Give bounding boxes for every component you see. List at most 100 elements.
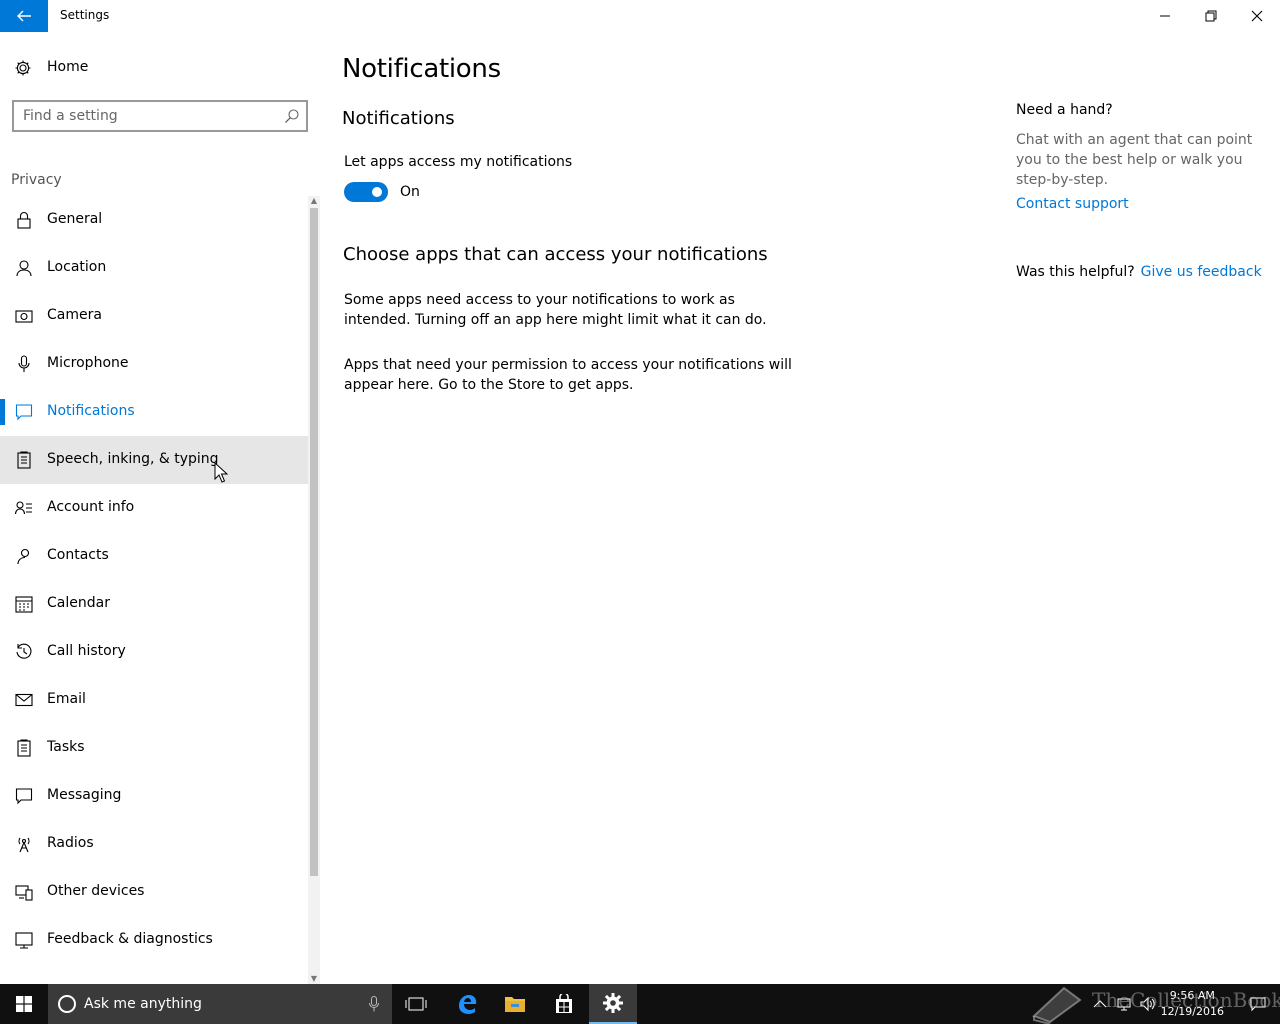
back-button[interactable]	[0, 0, 48, 32]
window-title: Settings	[60, 8, 110, 22]
notifications-access-toggle[interactable]	[344, 182, 388, 202]
search-icon[interactable]	[284, 108, 300, 124]
edge-icon	[459, 995, 477, 1014]
sidebar-item-label: Location	[47, 259, 107, 275]
book-logo-icon	[1032, 986, 1082, 1024]
sidebar-item-tasks[interactable]: Tasks	[0, 724, 308, 772]
feedback-icon	[15, 932, 33, 949]
info-paragraph-2: Apps that need your permission to access…	[344, 357, 792, 393]
home-label: Home	[47, 59, 89, 75]
restore-icon	[1205, 10, 1217, 22]
lock-icon	[17, 211, 31, 229]
folder-icon	[505, 997, 525, 1012]
sidebar-item-microphone[interactable]: Microphone	[0, 340, 308, 388]
camera-icon	[15, 310, 33, 323]
notification-icon	[15, 404, 33, 421]
sidebar-item-email[interactable]: Email	[0, 676, 308, 724]
sidebar-item-label: Call history	[47, 643, 126, 659]
close-button[interactable]	[1234, 0, 1280, 32]
sidebar-item-label: Contacts	[47, 547, 109, 563]
page-title: Notifications	[342, 54, 501, 84]
privacy-nav: General Location Camera Microphone Notif…	[0, 196, 308, 964]
sidebar-item-general[interactable]: General	[0, 196, 308, 244]
minimize-button[interactable]	[1142, 0, 1188, 32]
watermark-text: TheCollectionBook	[1092, 988, 1280, 1012]
sidebar-item-contacts[interactable]: Contacts	[0, 532, 308, 580]
choose-apps-heading: Choose apps that can access your notific…	[343, 244, 768, 265]
scroll-down-arrow-icon[interactable]: ▼	[309, 974, 319, 984]
sidebar-scrollbar[interactable]: ▲ ▼	[308, 196, 320, 984]
sidebar-item-label: Email	[47, 691, 86, 707]
helpful-row: Was this helpful? Give us feedback	[1016, 264, 1262, 280]
windows-logo-icon	[16, 996, 32, 1012]
file-explorer-button[interactable]	[491, 984, 539, 1024]
close-icon	[1251, 10, 1263, 22]
scroll-thumb[interactable]	[310, 208, 318, 876]
sidebar-item-location[interactable]: Location	[0, 244, 308, 292]
gear-icon	[15, 60, 31, 76]
devices-icon	[15, 885, 33, 901]
sidebar-item-label: Calendar	[47, 595, 110, 611]
sidebar-item-label: Feedback & diagnostics	[47, 931, 213, 947]
speech-icon	[17, 451, 31, 469]
settings-taskbar-button[interactable]	[589, 984, 637, 1024]
watermark: TheCollectionBook	[1030, 984, 1280, 1024]
sidebar-item-label: Microphone	[47, 355, 129, 371]
back-arrow-icon	[17, 10, 31, 22]
sidebar-item-notifications[interactable]: Notifications	[0, 388, 308, 436]
tasks-icon	[17, 739, 31, 757]
toggle-label: Let apps access my notifications	[344, 154, 573, 170]
give-feedback-link[interactable]: Give us feedback	[1141, 264, 1262, 280]
sidebar-item-label: Tasks	[47, 739, 85, 755]
store-button[interactable]	[540, 984, 588, 1024]
sidebar-item-calendar[interactable]: Calendar	[0, 580, 308, 628]
sidebar-item-radios[interactable]: Radios	[0, 820, 308, 868]
sidebar-item-label: Radios	[47, 835, 94, 851]
microphone-icon	[18, 355, 30, 372]
radio-icon	[18, 837, 30, 853]
history-icon	[16, 643, 32, 659]
sidebar-item-call-history[interactable]: Call history	[0, 628, 308, 676]
sidebar-item-label: Speech, inking, & typing	[47, 451, 219, 467]
start-button[interactable]	[0, 984, 48, 1024]
email-icon	[15, 693, 33, 707]
sidebar-item-label: Other devices	[47, 883, 145, 899]
search-input[interactable]	[23, 107, 273, 125]
sidebar: Home Privacy General Location	[0, 32, 320, 984]
toggle-state-label: On	[400, 184, 420, 200]
toggle-knob	[372, 187, 382, 197]
search-box[interactable]	[12, 100, 308, 132]
helpful-question: Was this helpful?	[1016, 264, 1135, 280]
sidebar-item-label: Notifications	[47, 403, 135, 419]
store-icon	[556, 994, 572, 1013]
help-title: Need a hand?	[1016, 102, 1113, 118]
mouse-cursor-icon	[214, 462, 228, 483]
task-view-icon	[405, 997, 427, 1011]
restore-button[interactable]	[1188, 0, 1234, 32]
title-bar: Settings	[0, 0, 1280, 32]
sidebar-item-label: Account info	[47, 499, 135, 515]
sidebar-item-account-info[interactable]: Account info	[0, 484, 308, 532]
sidebar-item-feedback[interactable]: Feedback & diagnostics	[0, 916, 308, 964]
edge-button[interactable]	[443, 984, 491, 1024]
contacts-icon	[17, 548, 30, 565]
cortana-search-text: Ask me anything	[84, 996, 202, 1012]
home-button[interactable]: Home	[0, 48, 320, 88]
section-heading-notifications: Notifications	[342, 108, 455, 129]
sidebar-item-label: Camera	[47, 307, 102, 323]
sidebar-item-messaging[interactable]: Messaging	[0, 772, 308, 820]
scroll-up-arrow-icon[interactable]: ▲	[309, 196, 319, 206]
sidebar-item-other-devices[interactable]: Other devices	[0, 868, 308, 916]
sidebar-item-camera[interactable]: Camera	[0, 292, 308, 340]
info-paragraph-1: Some apps need access to your notificati…	[344, 292, 767, 328]
contact-support-link[interactable]: Contact support	[1016, 196, 1129, 212]
sidebar-item-label: General	[47, 211, 103, 227]
cortana-search-box[interactable]: Ask me anything	[48, 984, 392, 1024]
sidebar-item-label: Messaging	[47, 787, 122, 803]
task-view-button[interactable]	[392, 984, 440, 1024]
microphone-icon[interactable]	[368, 996, 380, 1012]
main-content: Notifications Notifications Let apps acc…	[320, 32, 1280, 984]
calendar-icon	[15, 596, 33, 613]
minimize-icon	[1160, 15, 1170, 17]
sidebar-item-speech[interactable]: Speech, inking, & typing	[0, 436, 308, 484]
